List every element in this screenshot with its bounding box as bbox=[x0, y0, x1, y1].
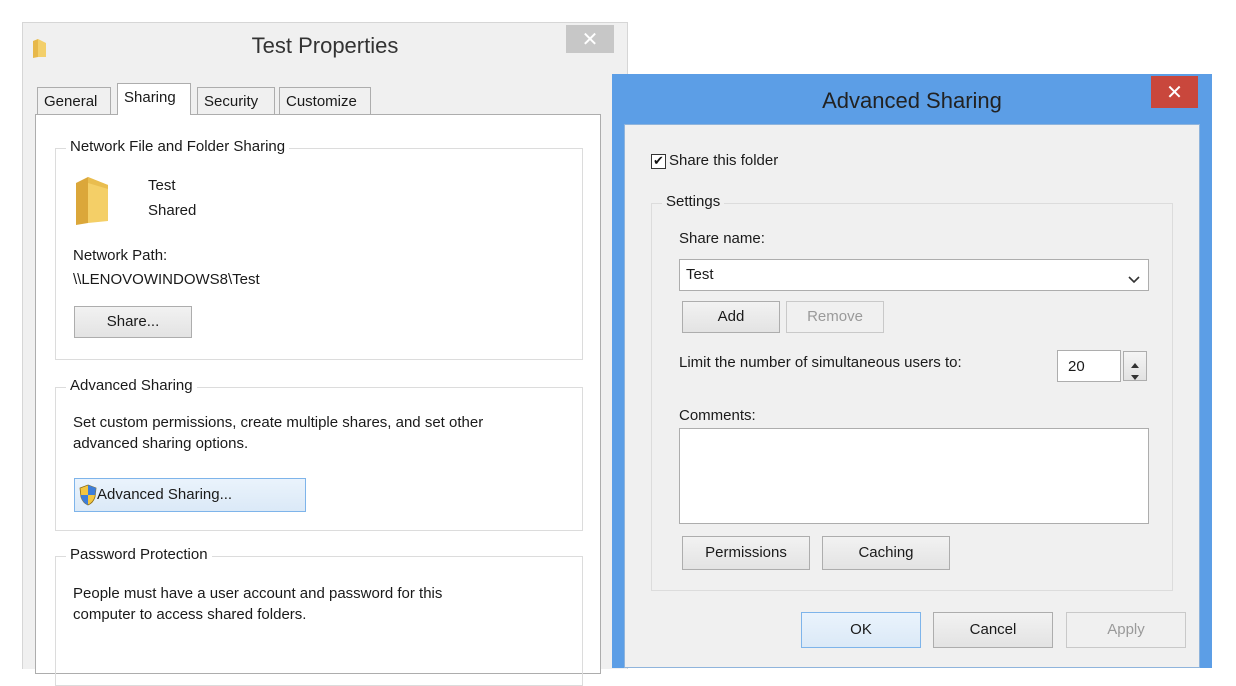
close-icon: ✕ bbox=[581, 27, 599, 51]
ok-button[interactable]: OK bbox=[801, 612, 921, 648]
spin-down-icon[interactable] bbox=[1130, 368, 1140, 385]
test-properties-window: Test Properties ✕ General Sharing Securi… bbox=[22, 22, 628, 686]
password-protection-heading: Password Protection bbox=[66, 546, 212, 563]
advanced-sharing-button[interactable]: Advanced Sharing... bbox=[74, 478, 306, 512]
advanced-sharing-group: Advanced Sharing Set custom permissions,… bbox=[55, 377, 583, 531]
share-folder-label[interactable]: Share this folder bbox=[669, 152, 778, 169]
network-path-label: Network Path: bbox=[73, 247, 168, 264]
advanced-sharing-button-label: Advanced Sharing... bbox=[97, 486, 233, 503]
network-sharing-heading: Network File and Folder Sharing bbox=[66, 138, 290, 155]
share-folder-checkbox[interactable]: ✔ bbox=[651, 154, 666, 169]
share-button[interactable]: Share... bbox=[74, 306, 192, 338]
properties-titlebar[interactable]: Test Properties bbox=[23, 23, 627, 73]
password-protection-description-line1: People must have a user account and pass… bbox=[73, 585, 443, 602]
properties-close-button[interactable]: ✕ bbox=[566, 25, 614, 53]
network-sharing-group: Network File and Folder Sharing Test Sha… bbox=[55, 138, 583, 360]
settings-group: Settings Share name: Test Add Remove Lim… bbox=[651, 193, 1173, 591]
password-protection-description-line2: computer to access shared folders. bbox=[73, 606, 307, 623]
advanced-sharing-heading: Advanced Sharing bbox=[66, 377, 197, 394]
comments-textarea[interactable] bbox=[679, 428, 1149, 524]
password-protection-group: Password Protection People must have a u… bbox=[55, 546, 583, 686]
shield-icon bbox=[79, 484, 97, 518]
folder-large-icon bbox=[74, 175, 112, 231]
advanced-sharing-description-line1: Set custom permissions, create multiple … bbox=[73, 414, 484, 431]
remove-button[interactable]: Remove bbox=[786, 301, 884, 333]
limit-users-spinner[interactable] bbox=[1123, 351, 1147, 381]
limit-users-value: 20 bbox=[1068, 358, 1085, 375]
share-name-value: Test bbox=[686, 266, 714, 283]
advanced-sharing-content: ✔ Share this folder Settings Share name:… bbox=[624, 124, 1200, 668]
network-path-value: \\LENOVOWINDOWS8\Test bbox=[73, 271, 260, 288]
limit-users-label: Limit the number of simultaneous users t… bbox=[679, 354, 962, 371]
permissions-button[interactable]: Permissions bbox=[682, 536, 810, 570]
sharing-tab-panel: Network File and Folder Sharing Test Sha… bbox=[35, 114, 601, 686]
apply-button[interactable]: Apply bbox=[1066, 612, 1186, 648]
advanced-sharing-close-button[interactable]: ✕ bbox=[1151, 76, 1198, 108]
folder-name: Test bbox=[148, 177, 176, 194]
comments-label: Comments: bbox=[679, 407, 756, 424]
folder-status: Shared bbox=[148, 202, 197, 219]
cancel-button[interactable]: Cancel bbox=[933, 612, 1053, 648]
limit-users-input[interactable]: 20 bbox=[1057, 350, 1121, 382]
settings-heading: Settings bbox=[662, 193, 725, 210]
chevron-down-icon bbox=[1128, 271, 1140, 288]
share-name-label: Share name: bbox=[679, 230, 765, 247]
advanced-sharing-dialog: Advanced Sharing ✕ ✔ Share this folder S… bbox=[612, 74, 1212, 668]
close-icon: ✕ bbox=[1166, 80, 1183, 104]
check-icon: ✔ bbox=[653, 154, 664, 169]
share-name-select[interactable]: Test bbox=[679, 259, 1149, 291]
tab-security[interactable]: Security bbox=[197, 87, 275, 115]
advanced-sharing-description-line2: advanced sharing options. bbox=[73, 435, 249, 452]
tab-sharing[interactable]: Sharing bbox=[117, 83, 191, 115]
tab-general[interactable]: General bbox=[37, 87, 111, 115]
add-button[interactable]: Add bbox=[682, 301, 780, 333]
tab-customize[interactable]: Customize bbox=[279, 87, 371, 115]
advanced-sharing-dialog-title: Advanced Sharing bbox=[822, 88, 1002, 113]
properties-title: Test Properties bbox=[251, 33, 399, 58]
caching-button[interactable]: Caching bbox=[822, 536, 950, 570]
